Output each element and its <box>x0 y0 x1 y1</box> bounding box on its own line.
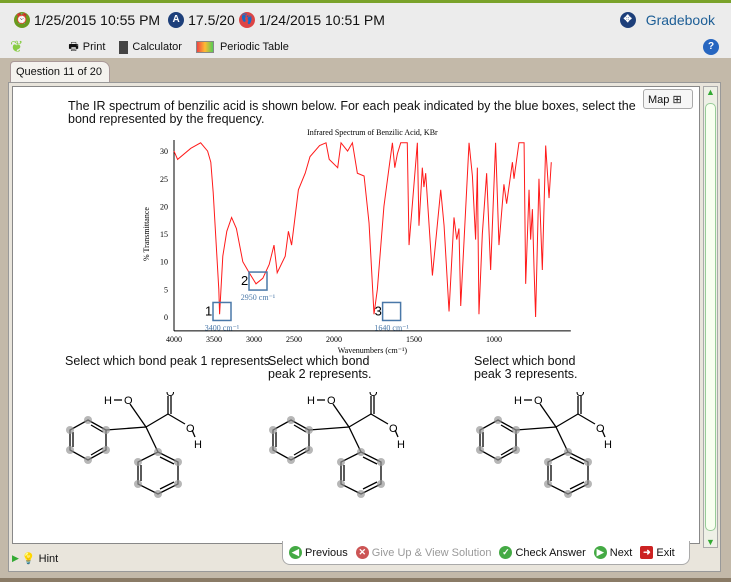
ir-spectrum-chart: 4000 3500 3000 2500 2000 1500 1000 0 5 10 15 20 25 30… <box>142 128 571 355</box>
next-button[interactable]: ▶ Next <box>593 546 633 559</box>
arrow-right-icon: ▶ <box>593 546 607 559</box>
exit-door-icon: ➜ <box>640 546 654 559</box>
expand-icon: ▶ <box>12 553 19 563</box>
previous-label: Previous <box>305 546 348 559</box>
x-tick-label: 2000 <box>326 335 342 344</box>
y-tick-label: 0 <box>164 313 168 322</box>
select-prompt-3: Select which bond peak 3 represents. <box>474 354 578 381</box>
give-up-button[interactable]: ✕ Give Up & View Solution <box>355 546 492 559</box>
peak-number-2: 2 <box>241 273 248 288</box>
periodic-table-icon <box>195 41 214 53</box>
spectrum-line <box>173 141 552 318</box>
atom-h: H <box>514 395 522 407</box>
x-tick-label: 1500 <box>406 335 422 344</box>
peak-box-1 <box>212 301 232 322</box>
printer-icon: 🖶 <box>68 40 79 53</box>
atom-o: O <box>389 423 398 435</box>
atom-o: O <box>186 423 195 435</box>
gradebook-link[interactable]: ✥ Gradebook <box>616 12 715 28</box>
peak-frequency-1: 3400 cm⁻¹ <box>205 323 240 332</box>
periodic-table-label: Periodic Table <box>219 41 289 53</box>
arrow-left-icon: ◀ <box>289 546 302 559</box>
atom-h: H <box>104 395 112 407</box>
previous-button[interactable]: ◀ Previous <box>289 546 348 559</box>
select-prompt-1: Select which bond peak 1 represents. <box>65 354 274 368</box>
leaf-logo-icon: ❦ <box>10 39 24 56</box>
check-icon: ✓ <box>499 546 513 559</box>
atom-o: O <box>166 392 175 399</box>
scroll-up-icon[interactable]: ▲ <box>706 87 715 97</box>
calculator-button[interactable]: Calculator <box>119 40 182 54</box>
print-button[interactable]: 🖶 Print <box>68 38 105 57</box>
gradebook-icon: ✥ <box>619 12 636 28</box>
toolbar: ❦ 🖶 Print Calculator Periodic Table ? <box>0 36 731 58</box>
calculator-icon <box>119 40 129 54</box>
y-tick-label: 10 <box>160 258 168 267</box>
exit-label: Exit <box>656 546 675 559</box>
tab-question[interactable]: Question 11 of 20 <box>10 61 110 83</box>
gradebook-label: Gradebook <box>645 12 715 28</box>
check-answer-button[interactable]: ✓ Check Answer <box>499 546 586 559</box>
y-tick-label: 20 <box>160 202 168 211</box>
scroll-down-icon[interactable]: ▼ <box>706 537 715 547</box>
atom-h: H <box>604 439 612 451</box>
chart-title: Infrared Spectrum of Benzilic Acid, KBr <box>307 128 438 137</box>
y-tick-label: 25 <box>160 175 168 184</box>
x-tick-label: 2500 <box>286 335 302 344</box>
hint-button[interactable]: ▶ 💡 Hint <box>12 552 59 566</box>
y-axis-label: % Transmittance <box>142 207 151 261</box>
map-button[interactable]: Map ⊞ <box>643 89 693 109</box>
peak-box-3 <box>381 301 402 322</box>
calculator-label: Calculator <box>132 41 182 53</box>
map-label: Map <box>648 94 670 106</box>
x-tick-label: 3000 <box>246 335 262 344</box>
atom-h: H <box>307 395 315 407</box>
hint-label: Hint <box>38 552 59 565</box>
next-label: Next <box>609 546 633 559</box>
exit-button[interactable]: ➜ Exit <box>640 546 675 559</box>
alarm-clock-icon: ⏰ <box>14 11 30 28</box>
atom-o: O <box>369 392 378 399</box>
atom-o: O <box>596 423 605 435</box>
vertical-scrollbar[interactable]: ▲ ▼ <box>703 86 718 548</box>
atom-o: O <box>124 395 133 407</box>
y-tick-label: 5 <box>164 285 168 294</box>
last-attempt: 1/24/2015 10:51 PM <box>258 11 385 28</box>
y-tick-label: 15 <box>160 230 168 239</box>
x-tick-label: 4000 <box>166 335 182 344</box>
peak-frequency-3: 1640 cm⁻¹ <box>374 323 409 332</box>
status-bar: ⏰ 1/25/2015 10:55 PM A 17.5/20 👣 1/24/2015 … <box>0 0 731 36</box>
due-date: 1/25/2015 10:55 PM <box>34 11 161 28</box>
give-up-label: Give Up & View Solution <box>371 546 492 559</box>
atom-o: O <box>534 395 543 407</box>
sitemap-icon: ⊞ <box>672 94 682 106</box>
score: 17.5/20 <box>188 11 235 28</box>
peak-number-1: 1 <box>205 303 212 318</box>
scrollbar-thumb[interactable] <box>705 103 716 531</box>
atom-o: O <box>327 395 336 407</box>
peak-frequency-2: 2950 cm⁻¹ <box>241 293 276 302</box>
molecule-structure-1: H OOOH <box>65 392 202 499</box>
molecule-structure-3: H OOOH <box>475 392 612 499</box>
navigation-bar: ◀ Previous ✕ Give Up & View Solution ✓ Chec… <box>282 541 690 565</box>
print-label: Print <box>82 41 106 53</box>
footprint-icon: 👣 <box>238 11 255 28</box>
y-tick-label: 30 <box>160 147 168 156</box>
question-text: The IR spectrum of benzilic acid is show… <box>68 99 636 126</box>
select-prompt-2: Select which bond peak 2 represents. <box>268 354 372 381</box>
x-tick-label: 1000 <box>486 335 502 344</box>
peak-number-3: 3 <box>375 303 382 318</box>
atom-h: H <box>194 439 202 451</box>
molecule-structure-2: H OOOH <box>268 392 405 499</box>
x-tick-label: 3500 <box>206 335 222 344</box>
atom-h: H <box>397 439 405 451</box>
atom-o: O <box>576 392 585 399</box>
check-label: Check Answer <box>515 546 586 559</box>
score-icon: A <box>168 11 185 28</box>
x-circle-icon: ✕ <box>355 546 369 559</box>
lightbulb-icon: 💡 <box>21 553 36 565</box>
help-icon[interactable]: ? <box>703 39 719 55</box>
periodic-table-button[interactable]: Periodic Table <box>195 41 289 53</box>
